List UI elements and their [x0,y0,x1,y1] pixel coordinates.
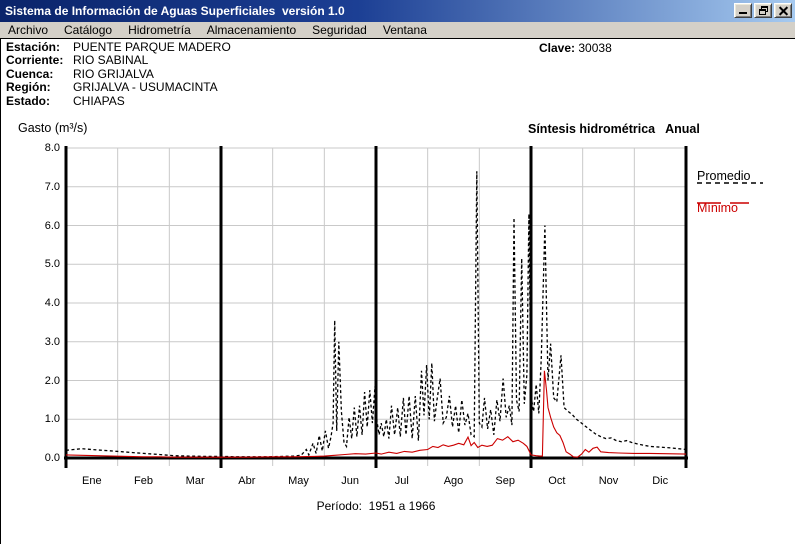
close-button[interactable] [774,3,792,18]
x-tick-label: Jul [376,475,428,487]
menu-item-hidrometria[interactable]: Hidrometría [120,22,199,39]
minimize-icon [739,12,747,14]
menu-item-archivo[interactable]: Archivo [0,22,56,39]
document-area: Estación: PUENTE PARQUE MADERO Corriente… [0,38,795,544]
x-tick-label: Ene [66,475,118,487]
x-tick-label: Jun [324,475,376,487]
menu-item-almacenamiento[interactable]: Almacenamiento [199,22,304,39]
x-tick-label: May [273,475,325,487]
period-caption: Período: 1951 a 1966 [66,499,686,513]
window-title: Sistema de Información de Aguas Superfic… [5,4,345,18]
x-tick-label: Mar [169,475,221,487]
x-tick-label: Nov [583,475,635,487]
chart-legend: Promedio Mínimo [697,169,751,215]
restore-button[interactable] [754,3,772,18]
chart-canvas [1,39,795,545]
menu-bar: Archivo Catálogo Hidrometría Almacenamie… [0,22,795,38]
title-bar: Sistema de Información de Aguas Superfic… [0,0,795,22]
y-tick-label: 3.0 [27,336,60,348]
app-window: { "window": { "title": "Sistema de Infor… [0,0,795,544]
menu-item-seguridad[interactable]: Seguridad [304,22,375,39]
legend-item-promedio: Promedio [697,169,751,183]
menu-item-ventana[interactable]: Ventana [375,22,435,39]
x-tick-label: Ago [428,475,480,487]
close-icon [779,6,788,15]
y-tick-label: 1.0 [27,413,60,425]
y-tick-label: 4.0 [27,297,60,309]
y-tick-label: 6.0 [27,220,60,232]
y-tick-label: 5.0 [27,258,60,270]
y-tick-label: 2.0 [27,375,60,387]
legend-item-minimo: Mínimo [697,201,751,215]
x-tick-label: Feb [118,475,170,487]
y-tick-label: 7.0 [27,181,60,193]
y-tick-label: 0.0 [27,452,60,464]
x-tick-label: Dic [634,475,686,487]
restore-icon [759,6,768,15]
x-tick-label: Oct [531,475,583,487]
x-tick-label: Sep [479,475,531,487]
menu-item-catalogo[interactable]: Catálogo [56,22,120,39]
minimize-button[interactable] [734,3,752,18]
x-tick-label: Abr [221,475,273,487]
y-tick-label: 8.0 [27,142,60,154]
window-controls [732,3,792,18]
